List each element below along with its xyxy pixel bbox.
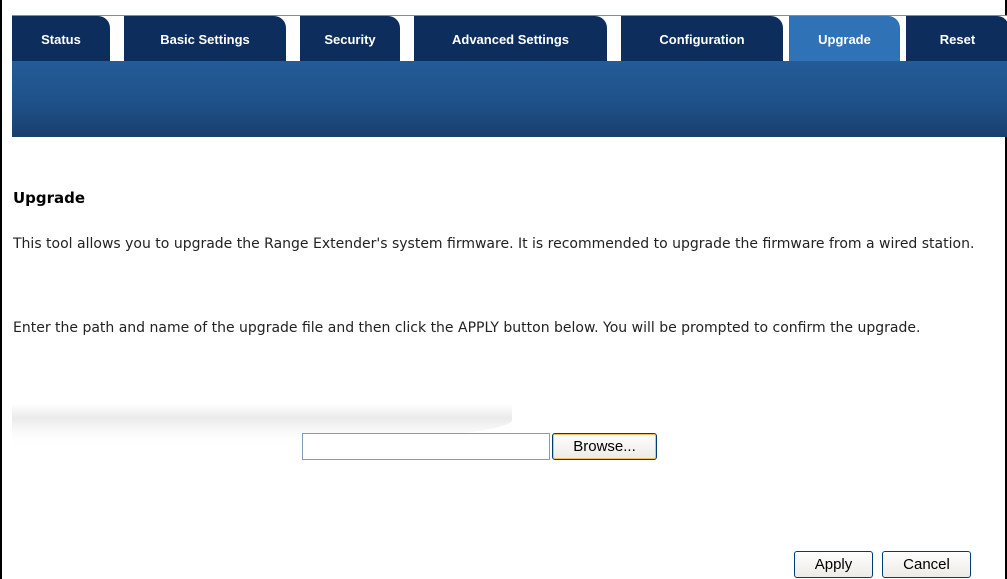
upgrade-description: This tool allows you to upgrade the Rang… bbox=[13, 236, 975, 252]
tab-advanced-settings[interactable]: Advanced Settings bbox=[414, 16, 607, 62]
firmware-file-input[interactable] bbox=[302, 433, 550, 460]
header-band bbox=[12, 61, 1007, 137]
tab-label: Reset bbox=[939, 32, 976, 47]
tab-label: Upgrade bbox=[818, 32, 871, 47]
page-frame: Status Basic Settings Security Advanced … bbox=[0, 0, 1007, 579]
tab-reset[interactable]: Reset bbox=[906, 16, 1007, 62]
tab-security[interactable]: Security bbox=[300, 16, 400, 62]
apply-button[interactable]: Apply bbox=[794, 551, 873, 578]
tab-label: Security bbox=[324, 32, 376, 47]
tab-basic-settings[interactable]: Basic Settings bbox=[124, 16, 286, 62]
tab-upgrade[interactable]: Upgrade bbox=[789, 16, 900, 62]
tab-label: Status bbox=[41, 32, 81, 47]
tab-bar: Status Basic Settings Security Advanced … bbox=[12, 15, 1007, 62]
tab-status[interactable]: Status bbox=[12, 16, 110, 62]
tab-label: Advanced Settings bbox=[451, 32, 570, 47]
tab-configuration[interactable]: Configuration bbox=[621, 16, 783, 62]
tab-label: Configuration bbox=[659, 32, 745, 47]
browse-button[interactable]: Browse... bbox=[552, 433, 657, 460]
cancel-button[interactable]: Cancel bbox=[882, 551, 971, 578]
upgrade-instructions: Enter the path and name of the upgrade f… bbox=[13, 320, 921, 336]
tab-label: Basic Settings bbox=[160, 32, 250, 47]
page-title: Upgrade bbox=[13, 189, 86, 207]
